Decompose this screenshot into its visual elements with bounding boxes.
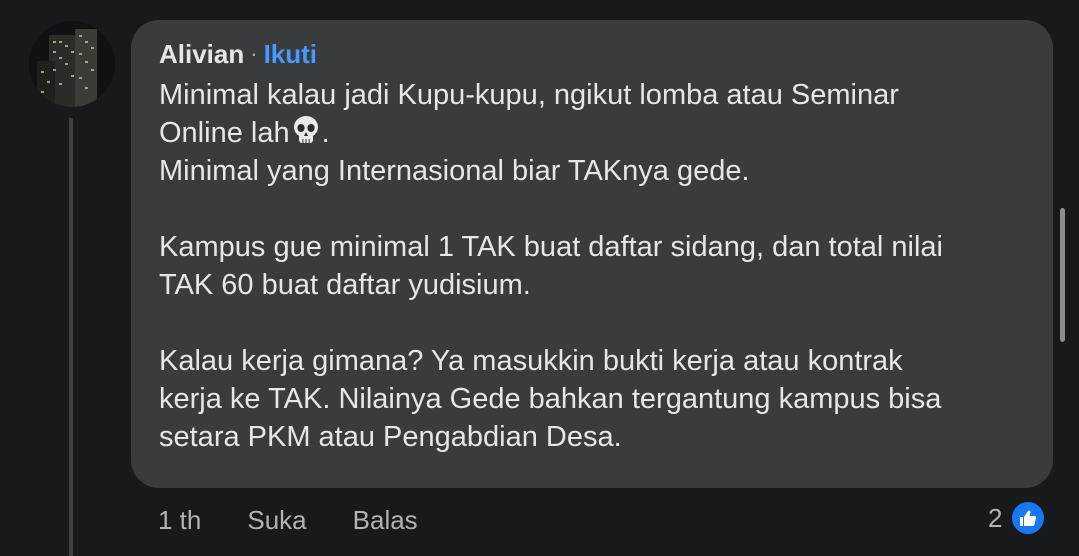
comment-header: Alivian · Ikuti bbox=[159, 36, 1027, 72]
comment-timestamp[interactable]: 1 th bbox=[158, 505, 201, 536]
comment-bubble: Alivian · Ikuti Minimal kalau jadi Kupu-… bbox=[131, 20, 1053, 488]
comment-actions: 1 th Suka Balas bbox=[158, 502, 464, 538]
reaction-count: 2 bbox=[988, 502, 1003, 533]
thread-connector-line bbox=[69, 118, 73, 556]
comment-line: setara PKM atau Pengabdian Desa. bbox=[159, 421, 622, 453]
comment-body: Minimal kalau jadi Kupu-kupu, ngikut lom… bbox=[159, 76, 1027, 456]
comment-thread: Alivian · Ikuti Minimal kalau jadi Kupu-… bbox=[0, 0, 1079, 556]
comment-line-suffix: . bbox=[321, 117, 330, 149]
avatar-image bbox=[29, 21, 115, 107]
like-button[interactable]: Suka bbox=[247, 505, 306, 536]
follow-link[interactable]: Ikuti bbox=[264, 39, 317, 70]
comment-line: Kampus gue minimal 1 TAK buat daftar sid… bbox=[159, 231, 943, 263]
author-name[interactable]: Alivian bbox=[159, 39, 244, 70]
reaction-summary[interactable]: 2 bbox=[988, 500, 1047, 536]
comment-line: kerja ke TAK. Nilainya Gede bahkan terga… bbox=[159, 383, 942, 415]
comment-line: Kalau kerja gimana? Ya masukkin bukti ke… bbox=[159, 345, 903, 377]
comment-paragraph: Minimal kalau jadi Kupu-kupu, ngikut lom… bbox=[159, 76, 1027, 190]
comment-line: Minimal kalau jadi Kupu-kupu, ngikut lom… bbox=[159, 79, 899, 111]
header-separator: · bbox=[250, 41, 258, 66]
avatar[interactable] bbox=[29, 21, 115, 107]
comment-line: Minimal yang Internasional biar TAKnya g… bbox=[159, 155, 750, 187]
comment-line: Online lah bbox=[159, 117, 290, 149]
comment-paragraph: Kalau kerja gimana? Ya masukkin bukti ke… bbox=[159, 342, 1027, 456]
reply-button[interactable]: Balas bbox=[353, 505, 418, 536]
skull-emoji-icon bbox=[290, 114, 322, 146]
comment-paragraph: Kampus gue minimal 1 TAK buat daftar sid… bbox=[159, 228, 1027, 304]
thumbs-up-icon bbox=[1010, 500, 1047, 536]
scrollbar-thumb[interactable] bbox=[1060, 208, 1065, 342]
comment-line: TAK 60 buat daftar yudisium. bbox=[159, 269, 531, 301]
